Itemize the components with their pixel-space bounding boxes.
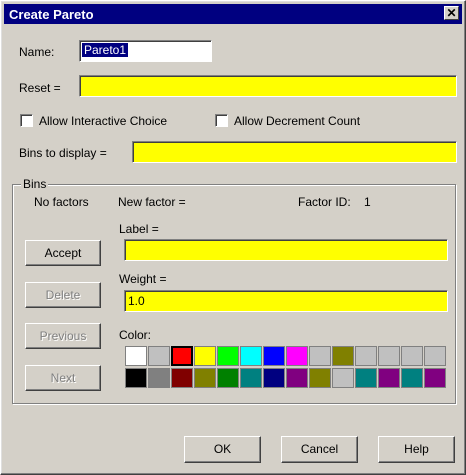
color-swatch[interactable] — [217, 346, 239, 366]
color-swatch[interactable] — [309, 346, 331, 366]
color-swatch[interactable] — [332, 368, 354, 388]
color-swatch[interactable] — [401, 346, 423, 366]
color-swatch[interactable] — [424, 368, 446, 388]
color-swatch[interactable] — [424, 346, 446, 366]
help-button-label: Help — [404, 442, 429, 456]
color-swatch[interactable] — [378, 346, 400, 366]
allow-decrement-label: Allow Decrement Count — [234, 114, 361, 128]
color-swatch[interactable] — [194, 368, 216, 388]
accept-button[interactable]: Accept — [25, 240, 101, 266]
color-swatch[interactable] — [171, 368, 193, 388]
bins-to-display-label: Bins to display = — [19, 146, 107, 160]
label-field[interactable] — [124, 239, 448, 261]
label-label: Label = — [119, 222, 159, 236]
next-button[interactable]: Next — [25, 365, 101, 391]
color-swatch[interactable] — [309, 368, 331, 388]
bins-group-label: Bins — [21, 177, 49, 191]
previous-button[interactable]: Previous — [25, 323, 101, 349]
allow-decrement-checkbox[interactable] — [215, 114, 228, 127]
factor-id-label: Factor ID: — [298, 195, 351, 209]
color-swatch[interactable] — [355, 368, 377, 388]
cancel-button-label: Cancel — [300, 442, 339, 456]
close-button[interactable]: ✕ — [444, 6, 459, 20]
weight-label: Weight = — [119, 272, 167, 286]
color-swatch[interactable] — [378, 368, 400, 388]
color-swatch[interactable] — [125, 346, 147, 366]
help-button[interactable]: Help — [378, 436, 455, 463]
factor-id-value: 1 — [364, 195, 371, 209]
color-swatch[interactable] — [355, 346, 377, 366]
close-icon: ✕ — [446, 6, 457, 20]
window-title: Create Pareto — [9, 7, 94, 22]
create-pareto-dialog: Create Pareto ✕ Name: Pareto1 Reset = Al… — [0, 0, 466, 475]
name-label: Name: — [19, 45, 55, 59]
color-swatch[interactable] — [240, 346, 262, 366]
color-swatch[interactable] — [148, 368, 170, 388]
no-factors-label: No factors — [34, 195, 89, 209]
delete-button[interactable]: Delete — [25, 282, 101, 308]
next-button-label: Next — [50, 371, 76, 385]
color-swatch[interactable] — [263, 368, 285, 388]
delete-button-label: Delete — [45, 288, 81, 302]
reset-label: Reset = — [19, 81, 61, 95]
color-swatch[interactable] — [286, 368, 308, 388]
color-swatch[interactable] — [240, 368, 262, 388]
new-factor-label: New factor = — [118, 195, 186, 209]
color-label: Color: — [119, 328, 152, 342]
accept-button-label: Accept — [44, 246, 82, 260]
name-field[interactable]: Pareto1 — [79, 40, 212, 62]
cancel-button[interactable]: Cancel — [281, 436, 358, 463]
color-swatch[interactable] — [217, 368, 239, 388]
color-swatch[interactable] — [171, 346, 193, 366]
previous-button-label: Previous — [39, 329, 87, 343]
bins-to-display-field[interactable] — [132, 141, 457, 163]
color-swatch[interactable] — [286, 346, 308, 366]
weight-field[interactable]: 1.0 — [124, 290, 448, 312]
weight-value: 1.0 — [128, 294, 145, 308]
color-swatch[interactable] — [263, 346, 285, 366]
ok-button-label: OK — [213, 442, 232, 456]
color-swatch[interactable] — [194, 346, 216, 366]
ok-button[interactable]: OK — [184, 436, 261, 463]
title-bar[interactable]: Create Pareto ✕ — [4, 4, 462, 24]
color-swatch[interactable] — [125, 368, 147, 388]
allow-interactive-label: Allow Interactive Choice — [39, 114, 168, 128]
color-swatch[interactable] — [148, 346, 170, 366]
color-swatch[interactable] — [401, 368, 423, 388]
reset-field[interactable] — [79, 75, 457, 97]
allow-interactive-checkbox[interactable] — [20, 114, 33, 127]
name-value: Pareto1 — [82, 43, 129, 57]
color-swatch[interactable] — [332, 346, 354, 366]
